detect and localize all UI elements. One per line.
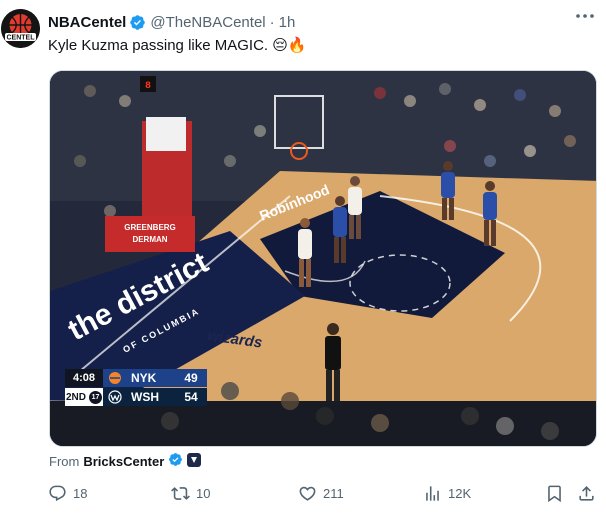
action-bar: 18 10 211 12K xyxy=(48,482,606,504)
retweet-button[interactable]: 10 xyxy=(171,482,210,504)
author-name[interactable]: NBACentel xyxy=(48,14,126,31)
heart-icon xyxy=(299,486,316,501)
game-clock: 4:08 xyxy=(65,369,103,387)
tweet-body: Kyle Kuzma passing like MAGIC. xyxy=(48,37,269,54)
reply-button[interactable]: 18 xyxy=(48,482,87,504)
analytics-icon xyxy=(426,485,439,501)
separator-dot: · xyxy=(269,13,275,31)
game-quarter: 2ND 17 xyxy=(65,388,103,406)
more-options-icon[interactable] xyxy=(574,6,596,26)
tweet-emojis: 😔🔥 xyxy=(272,37,307,54)
share-button[interactable] xyxy=(577,482,596,504)
knicks-logo-icon xyxy=(103,369,127,387)
timestamp[interactable]: 1h xyxy=(279,14,296,31)
author-handle[interactable]: @TheNBACentel xyxy=(150,14,265,31)
verified-badge-icon xyxy=(129,14,146,31)
shot-clock: 8 xyxy=(145,81,151,92)
wizards-logo-icon xyxy=(103,388,127,406)
tweet-header: NBACentel @TheNBACentel · 1h xyxy=(48,12,606,32)
scoreboard-row-nyk: 4:08 NYK 49 xyxy=(65,369,207,387)
source-attribution: From BricksCenter xyxy=(49,452,202,470)
tweet-text: Kyle Kuzma passing like MAGIC. 😔🔥 xyxy=(48,36,307,56)
source-brand-icon xyxy=(187,452,202,470)
quarter-label: 2ND xyxy=(65,391,86,403)
team-abbr: NYK xyxy=(127,369,175,387)
source-link[interactable]: BricksCenter xyxy=(83,454,164,469)
bookmark-button[interactable] xyxy=(545,482,564,504)
tweet: CENTEL NBACentel @TheNBACentel · 1h Kyle… xyxy=(0,0,606,515)
banner-text-1: GREENBERG xyxy=(124,223,176,232)
like-count: 211 xyxy=(323,485,344,501)
scoreboard: 4:08 NYK 49 2ND 17 WSH 54 xyxy=(65,369,207,407)
source-prefix: From xyxy=(49,453,80,469)
video-media[interactable]: GREENBERG DERMAN 8 the district OF COLUM… xyxy=(49,70,597,447)
shot-clock-badge: 17 xyxy=(89,390,102,404)
scoreboard-row-wsh: 2ND 17 WSH 54 xyxy=(65,388,207,406)
reply-count: 18 xyxy=(73,485,88,501)
team-score: 49 xyxy=(175,369,207,387)
avatar-label: CENTEL xyxy=(7,34,36,41)
avatar[interactable]: CENTEL xyxy=(1,9,40,48)
retweet-icon xyxy=(171,486,190,500)
bookmark-icon xyxy=(548,485,561,502)
centel-logo-icon: CENTEL xyxy=(1,9,40,48)
view-count: 12K xyxy=(448,485,472,501)
banner-text-2: DERMAN xyxy=(132,235,167,244)
retweet-count: 10 xyxy=(196,485,211,501)
like-button[interactable]: 211 xyxy=(298,482,344,504)
team-abbr: WSH xyxy=(127,388,175,406)
share-icon xyxy=(579,485,594,501)
source-verified-icon xyxy=(168,452,183,470)
team-score: 54 xyxy=(175,388,207,406)
reply-icon xyxy=(49,485,66,501)
views-button[interactable]: 12K xyxy=(423,482,471,504)
